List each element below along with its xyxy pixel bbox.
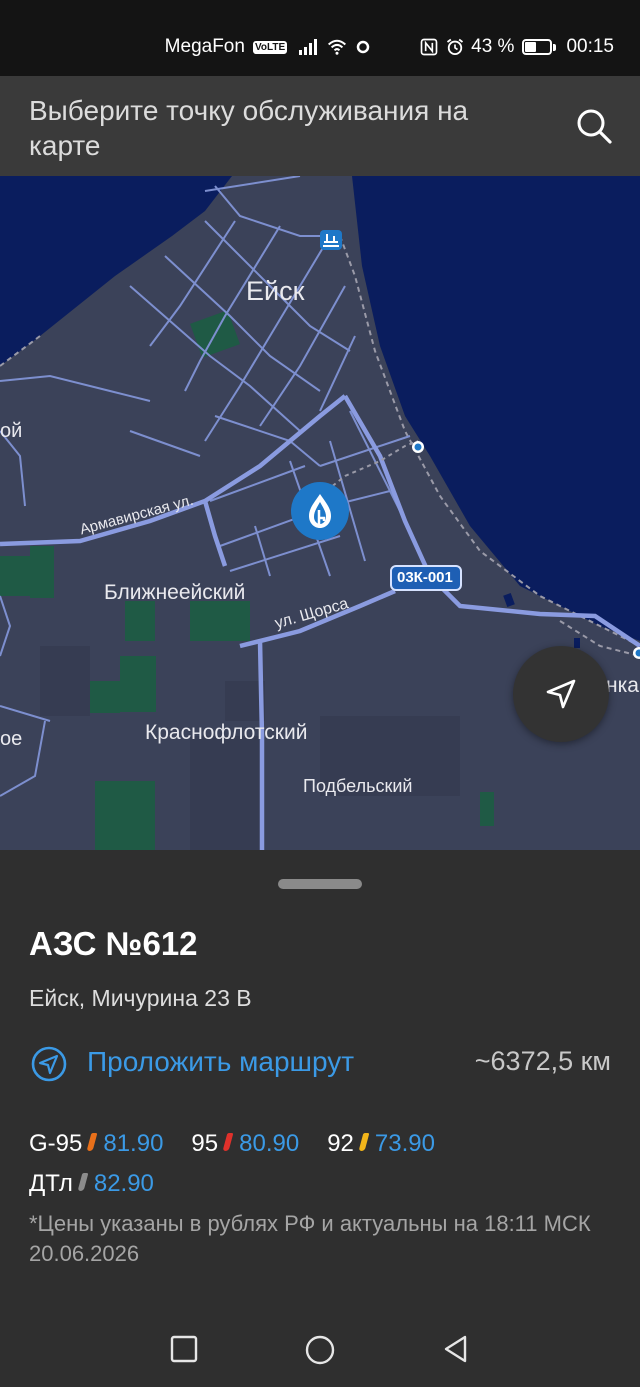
gazprom-flame-icon: [309, 494, 331, 528]
gas-station-marker[interactable]: [291, 482, 349, 540]
nfc-icon: [420, 38, 438, 56]
fuel-name: 92: [327, 1130, 354, 1157]
recent-apps-icon[interactable]: [169, 1334, 199, 1364]
price-note: *Цены указаны в рублях РФ и актуальны на…: [29, 1211, 591, 1266]
navigation-arrow-icon: [546, 679, 576, 709]
fuel-item-95: 95 80.90: [191, 1130, 299, 1158]
fuel-price: 73.90: [374, 1130, 435, 1157]
page-title: Выберите точку обслуживания на карте: [29, 95, 469, 161]
app-header: Выберите точку обслуживания на карте: [0, 76, 640, 176]
route-row: Проложить маршрут ~6372,5 км: [31, 1043, 611, 1083]
fuel-item-dtl: ДТл 82.90: [29, 1170, 154, 1198]
fuel-drop-icon: [222, 1133, 234, 1151]
alarm-icon: [447, 38, 464, 55]
fuel-name: ДТл: [29, 1170, 73, 1197]
signal-icon: [299, 39, 318, 55]
status-icons: MegaFon VoLTE 43 % 00:15: [165, 34, 614, 60]
fuel-price: 82.90: [93, 1170, 154, 1197]
fuel-drop-icon: [86, 1133, 98, 1151]
wifi-icon: [328, 39, 347, 55]
fuel-price: 81.90: [103, 1130, 164, 1157]
status-bar: MegaFon VoLTE 43 % 00:15: [0, 0, 640, 76]
route-navigation-icon[interactable]: [31, 1046, 67, 1082]
map-label-district-podbelsky: Подбельский: [303, 776, 413, 796]
fuel-item-92: 92 73.90: [327, 1130, 435, 1158]
fuel-name: 95: [191, 1130, 219, 1157]
battery-icon: [522, 39, 557, 55]
system-nav-bar: [0, 1310, 640, 1387]
clock: 00:15: [566, 36, 614, 57]
my-location-button[interactable]: [513, 646, 609, 742]
fuel-item-g95: G-95 81.90: [29, 1130, 163, 1158]
battery-percent: 43 %: [471, 36, 515, 57]
home-icon[interactable]: [304, 1334, 336, 1366]
fuel-name: G-95: [29, 1130, 83, 1157]
distance-label: ~6372,5 км: [474, 1046, 611, 1076]
map-label-city: Ейск: [246, 276, 305, 306]
station-title: АЗС №612: [29, 925, 198, 962]
sheet-drag-handle[interactable]: [278, 879, 362, 889]
port-poi-icon: [320, 230, 342, 250]
station-address: Ейск, Мичурина 23 В: [29, 985, 252, 1011]
build-route-link[interactable]: Проложить маршрут: [87, 1046, 354, 1078]
station-details-sheet: АЗС №612 Ейск, Мичурина 23 В Проложить м…: [0, 850, 640, 1310]
fuel-drop-icon: [358, 1133, 370, 1151]
back-icon[interactable]: [441, 1334, 471, 1364]
map-label-left-edge: ой: [0, 420, 23, 442]
map-label-district-krasnoflotsky: Краснофлотский: [145, 721, 308, 744]
fuel-prices-row-1: G-95 81.90 95 80.90 92 73.90: [29, 1129, 463, 1159]
search-icon[interactable]: [574, 106, 614, 146]
fuel-price: 80.90: [239, 1130, 300, 1157]
map-label-district-blizhneeysky: Ближнеейский: [104, 581, 246, 604]
carrier-name: MegaFon: [164, 36, 245, 57]
hotspot-icon: [356, 40, 370, 54]
map-view[interactable]: Ейск ой Армавирская ул. Ближнеейский 03К…: [0, 176, 640, 850]
fuel-prices-row-2: ДТл 82.90: [29, 1169, 182, 1199]
map-label-left-edge-bottom: ое: [0, 728, 23, 750]
map-label-road-badge: 03К-001: [397, 569, 453, 586]
volte-badge: VoLTE: [252, 40, 288, 54]
map-label-right-edge: нка: [606, 674, 639, 697]
fuel-drop-icon: [77, 1173, 89, 1191]
